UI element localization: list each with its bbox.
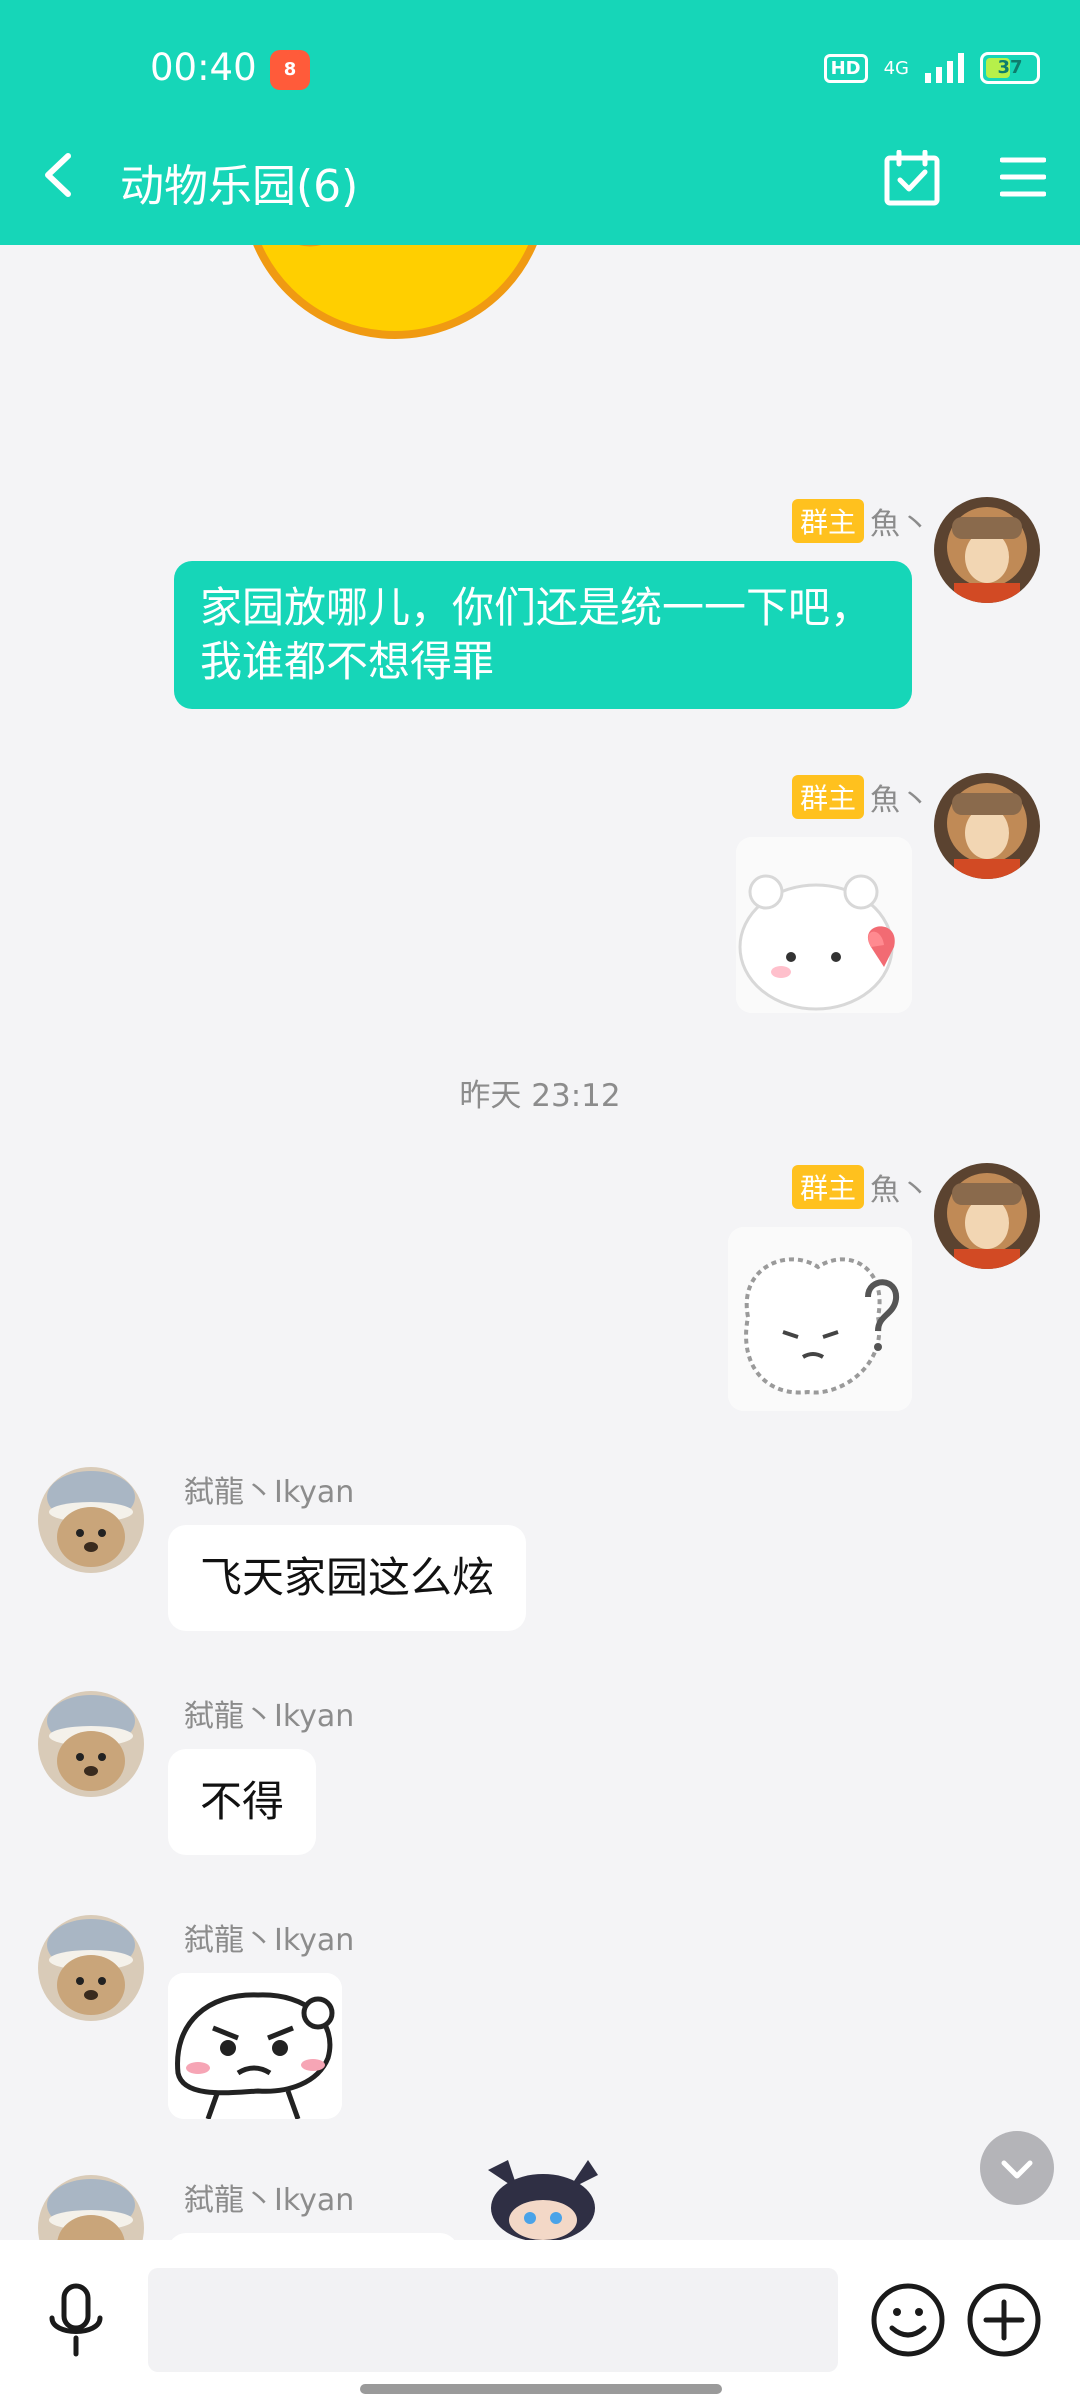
chevron-down-icon: [1001, 2160, 1033, 2179]
sender-name: 弑龍丶Ikyan: [184, 2183, 355, 2218]
more-button[interactable]: [966, 2282, 1042, 2358]
sender-name: 魚丶: [870, 507, 930, 542]
avatar[interactable]: [934, 773, 1040, 879]
back-icon: [45, 153, 71, 197]
bear-question-sticker[interactable]: [728, 1227, 912, 1411]
sender-name: 弑龍丶Ikyan: [184, 1475, 355, 1510]
avatar[interactable]: [38, 1467, 144, 1573]
sender-name: 弑龍丶Ikyan: [184, 1923, 355, 1958]
menu-icon: [999, 157, 1047, 197]
calendar-button[interactable]: [884, 149, 940, 206]
signal-icon: [925, 53, 964, 83]
plus-icon: [967, 2283, 1041, 2357]
menu-button[interactable]: [999, 156, 1047, 198]
white-bear-heart-sticker[interactable]: [736, 837, 912, 1013]
owner-badge: 群主: [791, 499, 864, 543]
time-divider: 昨天 23:12: [459, 1078, 621, 1114]
message-bubble[interactable]: 家园放哪儿，你们还是统一一下吧，我谁都不想得罪: [174, 561, 912, 709]
sender-row: 弑龍丶Ikyan: [184, 2175, 354, 2219]
emoji-button[interactable]: [870, 2282, 946, 2358]
owner-badge: 群主: [791, 775, 864, 819]
message-bubble[interactable]: 飞天家园这么炫: [168, 1525, 527, 1631]
app-notification-icon: 8: [270, 50, 310, 90]
sender-row: 群主 魚丶: [791, 499, 930, 543]
message-bubble[interactable]: 不得: [168, 1749, 317, 1855]
top-bar: 00:40 8 HD 4G 37 动物乐园(6): [0, 0, 1080, 245]
scroll-to-bottom-button[interactable]: [980, 2131, 1054, 2205]
avatar[interactable]: [38, 1691, 144, 1797]
sender-name: 弑龍丶Ikyan: [184, 1699, 355, 1734]
back-button[interactable]: [40, 150, 80, 200]
avatar[interactable]: [934, 497, 1040, 603]
emoji-icon: [871, 2283, 945, 2357]
status-indicators: HD 4G 37: [823, 52, 1040, 84]
sender-row: 弑龍丶Ikyan: [184, 1691, 354, 1735]
input-bar: [0, 2240, 1080, 2400]
message-bubble[interactable]: [168, 2233, 458, 2240]
avatar[interactable]: [38, 2175, 144, 2240]
sender-row: 群主 魚丶: [791, 775, 930, 819]
sender-row: 群主 魚丶: [791, 1165, 930, 1209]
hd-badge: HD: [823, 53, 868, 83]
calendar-check-icon: [884, 149, 940, 206]
sender-row: 弑龍丶Ikyan: [184, 1467, 354, 1511]
owner-badge: 群主: [791, 1165, 864, 1209]
avatar[interactable]: [934, 1163, 1040, 1269]
mic-icon: [49, 2283, 103, 2357]
chat-message-list[interactable]: 群主 魚丶 家园放哪儿，你们还是统一一下吧，我谁都不想得罪 群主 魚丶 昨天 2…: [0, 245, 1080, 2240]
battery-icon: 37: [980, 52, 1040, 84]
voice-button[interactable]: [45, 2282, 107, 2358]
angry-blob-sticker[interactable]: [168, 1973, 342, 2119]
sender-row: 弑龍丶Ikyan: [184, 1915, 354, 1959]
battery-level: 37: [997, 57, 1023, 78]
sender-name: 魚丶: [870, 1173, 930, 1208]
message-input[interactable]: [148, 2268, 838, 2372]
character-sticker[interactable]: [478, 2160, 608, 2240]
chat-title: 动物乐园(6): [120, 161, 359, 212]
status-time: 00:40: [150, 46, 257, 89]
avatar[interactable]: [38, 1915, 144, 2021]
sender-name: 魚丶: [870, 783, 930, 818]
yellow-emoji-sticker[interactable]: [240, 245, 550, 365]
home-indicator: [360, 2384, 722, 2394]
network-type: 4G: [883, 57, 909, 79]
